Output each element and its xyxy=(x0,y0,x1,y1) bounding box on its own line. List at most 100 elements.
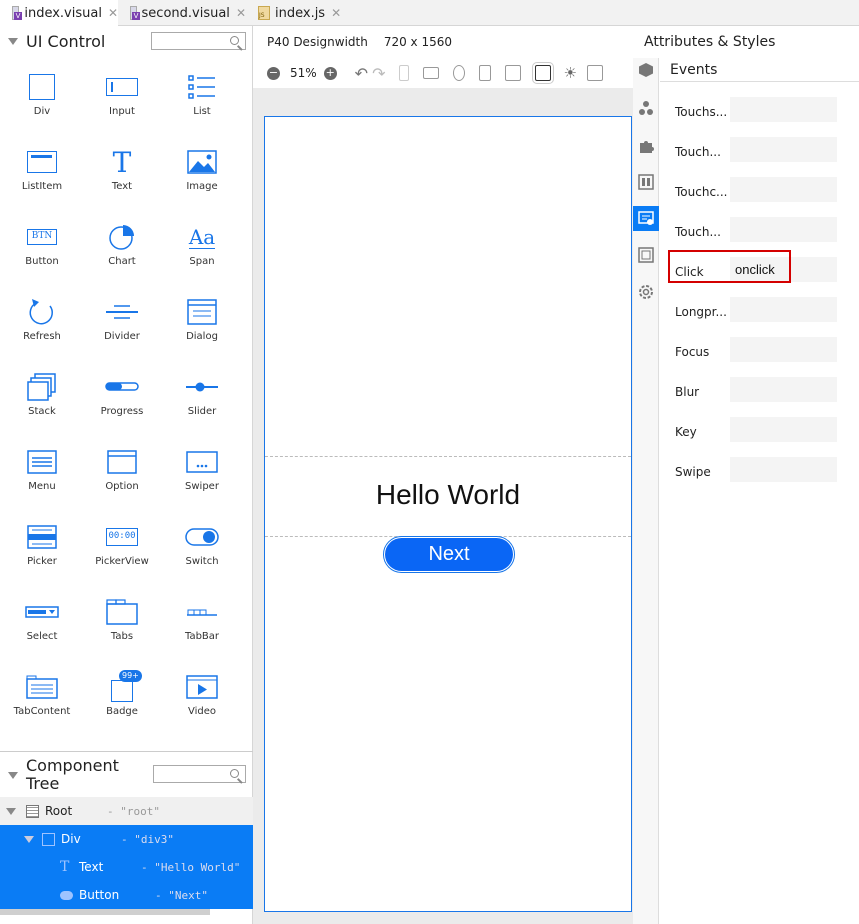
close-icon[interactable]: ✕ xyxy=(331,6,341,20)
event-input-swipe[interactable] xyxy=(730,457,837,482)
control-list[interactable]: List xyxy=(162,62,242,137)
device-preview[interactable]: Hello World Next xyxy=(264,116,632,912)
control-label: Slider xyxy=(187,406,217,417)
control-video[interactable]: Video xyxy=(162,662,242,737)
control-label: Divider xyxy=(104,331,140,342)
zoom-out-button[interactable]: − xyxy=(267,66,280,80)
control-label: Menu xyxy=(28,481,56,492)
box-icon[interactable] xyxy=(638,247,654,263)
control-divider[interactable]: Divider xyxy=(82,287,162,362)
zoom-in-button[interactable]: + xyxy=(323,66,337,80)
tree-node-div[interactable]: Div - "div3" xyxy=(0,825,253,853)
tree-node-text[interactable]: T Text - "Hello World" xyxy=(0,853,253,881)
phone-icon[interactable] xyxy=(399,65,410,81)
tab-label: second.visual xyxy=(141,5,230,21)
tabbar-icon xyxy=(182,597,222,627)
control-switch[interactable]: Switch xyxy=(162,512,242,587)
tree-search-input[interactable] xyxy=(153,765,246,783)
control-div[interactable]: Div xyxy=(2,62,82,137)
tablet-icon[interactable] xyxy=(423,67,440,79)
expand-icon[interactable] xyxy=(24,835,34,843)
event-label-touchmove: Touch... xyxy=(675,145,721,159)
event-input-touchend[interactable] xyxy=(730,217,837,242)
close-icon[interactable]: ✕ xyxy=(108,6,118,20)
control-button[interactable]: BTN Button xyxy=(2,212,82,287)
event-input-focus[interactable] xyxy=(730,337,837,362)
tree-node-name: Root xyxy=(45,804,73,818)
events-tab[interactable] xyxy=(633,206,659,231)
text-icon: T xyxy=(60,858,70,875)
horizontal-scrollbar[interactable] xyxy=(0,909,210,915)
tab-index-visual[interactable]: index.visual ✕ xyxy=(0,0,118,26)
tab-label: index.visual xyxy=(24,5,102,21)
progress-icon xyxy=(102,372,142,402)
tab-index-js[interactable]: index.js ✕ xyxy=(246,0,346,26)
control-pickerview[interactable]: 00:00 PickerView xyxy=(82,512,162,587)
device-resolution: 720 x 1560 xyxy=(383,35,453,49)
control-span[interactable]: Aa Span xyxy=(162,212,242,287)
box-model-icon[interactable] xyxy=(532,62,555,84)
control-label: Input xyxy=(109,106,135,117)
event-input-touchcancel[interactable] xyxy=(730,177,837,202)
watch-icon[interactable] xyxy=(453,65,466,81)
tab-second-visual[interactable]: second.visual ✕ xyxy=(118,0,246,26)
redo-icon[interactable]: ↷ xyxy=(372,64,385,83)
event-input-touchstart[interactable] xyxy=(730,97,837,122)
control-chart[interactable]: Chart xyxy=(82,212,162,287)
control-badge[interactable]: 99+ Badge xyxy=(82,662,162,737)
control-label: PickerView xyxy=(95,556,149,567)
undo-icon[interactable]: ↶ xyxy=(355,64,368,83)
device-name: P40 Designwidth xyxy=(267,35,368,49)
control-label: Badge xyxy=(106,706,138,717)
event-input-longpress[interactable] xyxy=(730,297,837,322)
layout-columns-icon[interactable] xyxy=(638,174,654,190)
control-label: Video xyxy=(187,706,217,717)
cube-icon[interactable] xyxy=(638,62,654,78)
control-slider[interactable]: Slider xyxy=(162,362,242,437)
control-option[interactable]: Option xyxy=(82,437,162,512)
root-icon xyxy=(26,804,39,818)
control-image[interactable]: Image xyxy=(162,137,242,212)
pickerview-icon: 00:00 xyxy=(102,522,142,552)
crop-icon[interactable] xyxy=(505,65,522,81)
control-listitem[interactable]: ListItem xyxy=(2,137,82,212)
control-search-input[interactable] xyxy=(151,32,246,50)
control-menu[interactable]: Menu xyxy=(2,437,82,512)
control-label: Dialog xyxy=(186,331,218,342)
control-tabbar[interactable]: TabBar xyxy=(162,587,242,662)
control-input[interactable]: Input xyxy=(82,62,162,137)
control-tabs[interactable]: Tabs xyxy=(82,587,162,662)
tree-node-button[interactable]: Button - "Next" xyxy=(0,881,253,909)
next-button[interactable]: Next xyxy=(383,536,515,573)
tree-node-name: Button xyxy=(79,888,120,902)
rotate-device-icon[interactable] xyxy=(479,65,492,81)
control-progress[interactable]: Progress xyxy=(82,362,162,437)
expand-icon[interactable] xyxy=(6,807,16,815)
device-header: P40 Designwidth 720 x 1560 xyxy=(253,26,633,58)
control-tabcontent[interactable]: TabContent xyxy=(2,662,82,737)
event-input-key[interactable] xyxy=(730,417,837,442)
puzzle-icon[interactable] xyxy=(638,138,654,154)
close-icon[interactable]: ✕ xyxy=(236,6,246,20)
control-label: Progress xyxy=(100,406,144,417)
video-icon xyxy=(182,672,222,702)
control-swiper[interactable]: Swiper xyxy=(162,437,242,512)
event-input-touchmove[interactable] xyxy=(730,137,837,162)
visual-file-icon xyxy=(12,6,23,20)
hello-text[interactable]: Hello World xyxy=(265,479,631,511)
control-refresh[interactable]: Refresh xyxy=(2,287,82,362)
visual-file-icon xyxy=(130,6,140,20)
collapse-icon[interactable] xyxy=(8,771,18,779)
layout-icon[interactable] xyxy=(586,65,603,81)
components-icon[interactable] xyxy=(638,100,654,116)
control-picker[interactable]: Picker xyxy=(2,512,82,587)
brightness-icon[interactable]: ☀ xyxy=(563,64,576,82)
control-select[interactable]: Select xyxy=(2,587,82,662)
control-dialog[interactable]: Dialog xyxy=(162,287,242,362)
control-stack[interactable]: Stack xyxy=(2,362,82,437)
event-input-blur[interactable] xyxy=(730,377,837,402)
settings-icon[interactable] xyxy=(638,284,654,300)
control-text[interactable]: T Text xyxy=(82,137,162,212)
tree-node-root[interactable]: Root - "root" xyxy=(0,797,253,825)
collapse-icon[interactable] xyxy=(8,37,18,45)
